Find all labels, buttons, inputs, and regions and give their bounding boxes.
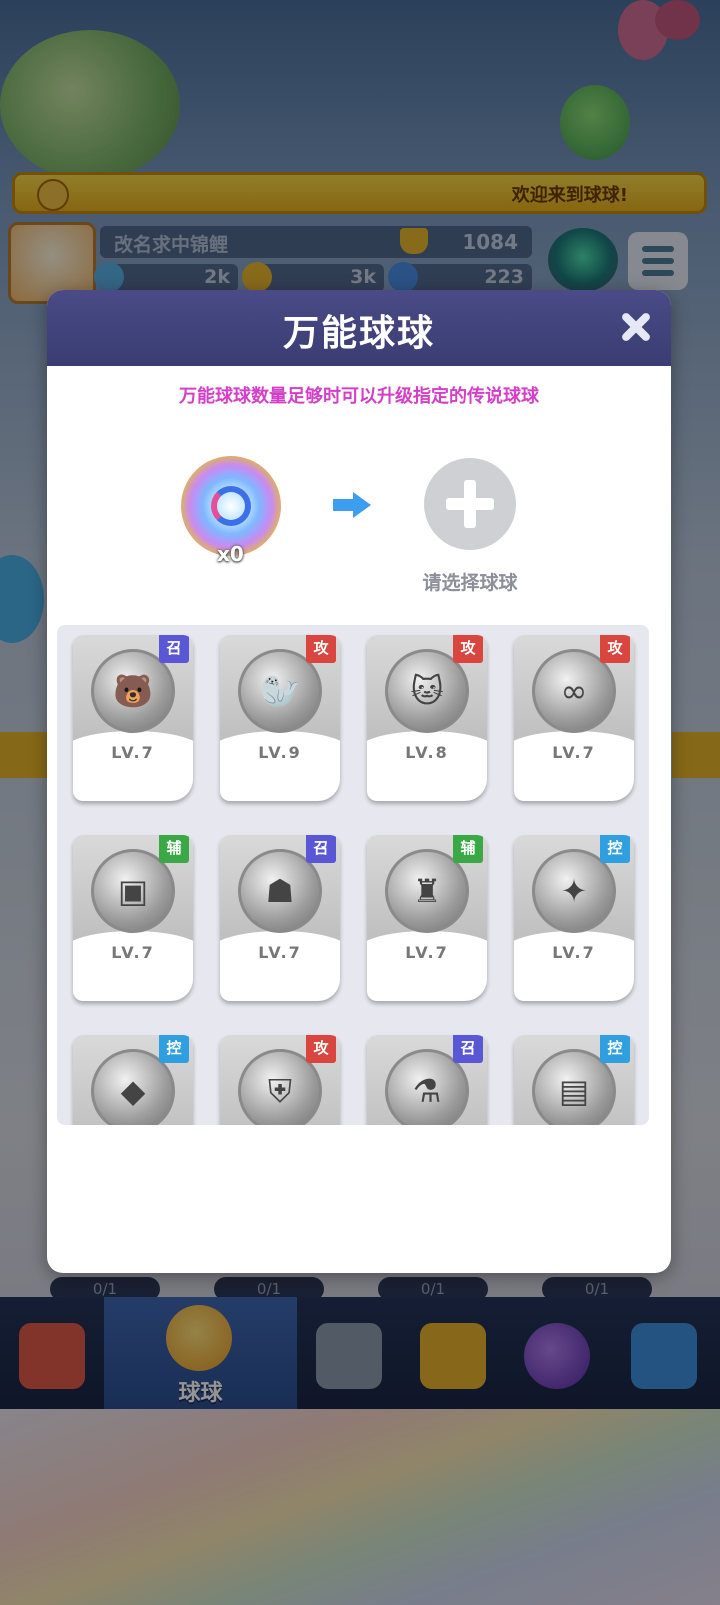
ball-type-tag: 召 bbox=[159, 635, 189, 663]
ball-type-tag: 攻 bbox=[306, 1035, 336, 1063]
ball-card[interactable]: ▤ 控 bbox=[514, 1035, 634, 1125]
ball-card[interactable]: ⚗ 召 bbox=[367, 1035, 487, 1125]
ball-card[interactable]: 🦭 LV.9 攻 bbox=[220, 635, 340, 801]
ball-card[interactable]: ⛨ 攻 bbox=[220, 1035, 340, 1125]
wild-ball-count: x0 bbox=[217, 542, 244, 566]
ball-type-tag: 控 bbox=[159, 1035, 189, 1063]
ball-glyph: ∞ bbox=[560, 672, 588, 710]
ball-card[interactable]: ☗ LV.7 召 bbox=[220, 835, 340, 1001]
ball-level: LV.9 bbox=[258, 743, 302, 762]
ball-type-tag: 辅 bbox=[453, 835, 483, 863]
ball-glyph: ☗ bbox=[265, 872, 295, 910]
ball-glyph: ♜ bbox=[412, 872, 442, 910]
plus-icon bbox=[464, 480, 476, 528]
ball-level: LV.7 bbox=[111, 943, 155, 962]
ball-level: LV.7 bbox=[552, 743, 596, 762]
wild-ball-icon bbox=[181, 456, 281, 556]
ball-type-tag: 控 bbox=[600, 835, 630, 863]
ball-card[interactable]: ∞ LV.7 攻 bbox=[514, 635, 634, 801]
ball-glyph: ⛨ bbox=[267, 1072, 292, 1110]
ball-level: LV.7 bbox=[111, 743, 155, 762]
ball-level: LV.8 bbox=[405, 743, 449, 762]
ball-glyph: ✦ bbox=[560, 872, 588, 910]
ball-type-tag: 攻 bbox=[306, 635, 336, 663]
ball-card[interactable]: ◆ 控 bbox=[73, 1035, 193, 1125]
modal-title: 万能球球 bbox=[282, 313, 435, 354]
close-button[interactable] bbox=[615, 306, 657, 348]
ball-card[interactable]: ✦ LV.7 控 bbox=[514, 835, 634, 1001]
ball-glyph: 🦭 bbox=[260, 672, 300, 710]
wild-ball-core bbox=[211, 486, 251, 526]
add-ball-slot[interactable] bbox=[424, 458, 516, 550]
ball-type-tag: 召 bbox=[453, 1035, 483, 1063]
ball-glyph: ⚗ bbox=[412, 1072, 442, 1110]
ball-glyph: ▣ bbox=[117, 872, 149, 910]
ball-card[interactable]: 🐻 LV.7 召 bbox=[73, 635, 193, 801]
ball-card[interactable]: 🐱 LV.8 攻 bbox=[367, 635, 487, 801]
ball-level: LV.7 bbox=[258, 943, 302, 962]
ball-card[interactable]: ♜ LV.7 辅 bbox=[367, 835, 487, 1001]
ball-type-tag: 攻 bbox=[600, 635, 630, 663]
arrow-right-icon bbox=[333, 492, 371, 518]
ball-type-tag: 辅 bbox=[159, 835, 189, 863]
ball-type-tag: 攻 bbox=[453, 635, 483, 663]
ball-type-tag: 召 bbox=[306, 835, 336, 863]
select-ball-label: 请选择球球 bbox=[422, 572, 518, 594]
ball-glyph: ◆ bbox=[120, 1072, 146, 1110]
wild-ball-modal: 万能球球 万能球球数量足够时可以升级指定的传说球球 x0 请选择球球 🐻 LV.7… bbox=[47, 290, 671, 1273]
modal-header: 万能球球 bbox=[47, 290, 671, 366]
ball-card[interactable]: ▣ LV.7 辅 bbox=[73, 835, 193, 1001]
ball-glyph: ▤ bbox=[558, 1072, 590, 1110]
ball-level: LV.7 bbox=[552, 943, 596, 962]
ball-type-tag: 控 bbox=[600, 1035, 630, 1063]
ball-grid: 🐻 LV.7 召 🦭 LV.9 攻 🐱 LV.8 攻 ∞ LV.7 攻 ▣ LV.7 辅 ☗ LV.7 召 ♜ LV.… bbox=[57, 625, 649, 1125]
ball-level: LV.7 bbox=[405, 943, 449, 962]
hint-text: 万能球球数量足够时可以升级指定的传说球球 bbox=[179, 386, 539, 407]
ball-glyph: 🐻 bbox=[113, 672, 153, 710]
ball-glyph: 🐱 bbox=[410, 672, 444, 710]
